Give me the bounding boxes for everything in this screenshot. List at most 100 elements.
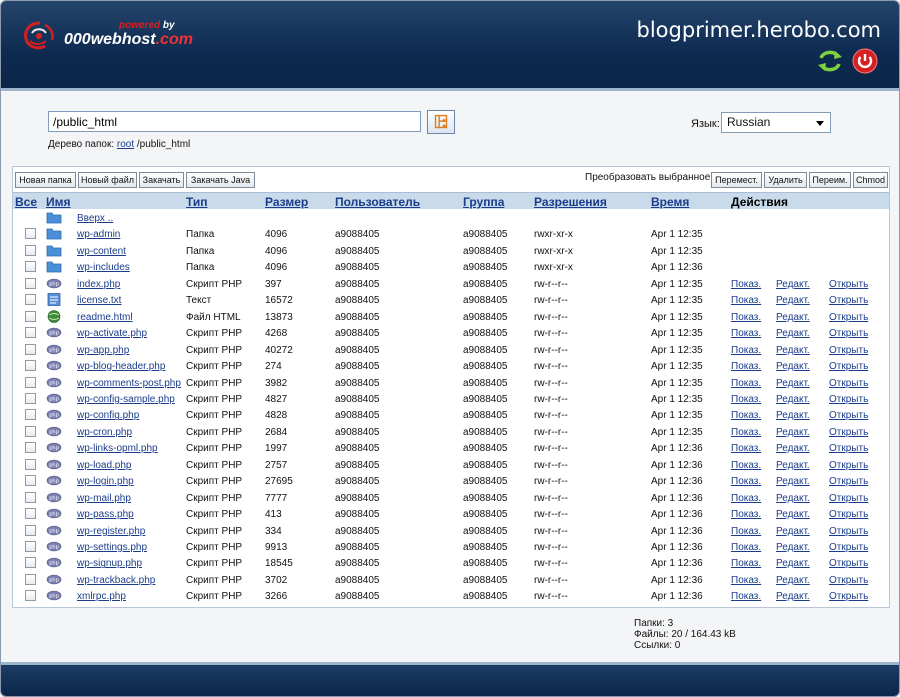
edit-action-link[interactable]: Редакт. — [776, 345, 810, 357]
open-action-link[interactable]: Открыть — [829, 509, 868, 521]
show-action-link[interactable]: Показ. — [731, 443, 761, 455]
file-name-link[interactable]: license.txt — [77, 295, 121, 307]
file-name-link[interactable]: wp-register.php — [77, 526, 145, 538]
row-checkbox[interactable] — [25, 310, 36, 322]
rename-button[interactable]: Переим. — [809, 172, 851, 188]
file-name-link[interactable]: index.php — [77, 279, 120, 291]
file-name-link[interactable]: wp-trackback.php — [77, 575, 155, 587]
edit-action-link[interactable]: Редакт. — [776, 591, 810, 603]
file-name-link[interactable]: wp-comments-post.php — [77, 378, 181, 390]
row-checkbox[interactable] — [25, 244, 36, 256]
row-checkbox[interactable] — [25, 360, 36, 372]
open-action-link[interactable]: Открыть — [829, 575, 868, 587]
col-type[interactable]: Тип — [186, 195, 208, 209]
language-select[interactable]: Russian — [721, 112, 831, 133]
file-name-link[interactable]: wp-blog-header.php — [77, 361, 165, 373]
show-action-link[interactable]: Показ. — [731, 526, 761, 538]
chmod-button[interactable]: Chmod — [853, 172, 888, 188]
file-name-link[interactable]: wp-app.php — [77, 345, 129, 357]
open-action-link[interactable]: Открыть — [829, 295, 868, 307]
file-perms[interactable]: rw-r--r-- — [534, 378, 568, 390]
file-name-link[interactable]: wp-includes — [77, 262, 130, 274]
file-perms[interactable]: rw-r--r-- — [534, 295, 568, 307]
col-time[interactable]: Время — [651, 195, 689, 209]
col-group[interactable]: Группа — [463, 195, 504, 209]
col-all[interactable]: Все — [15, 195, 37, 209]
show-action-link[interactable]: Показ. — [731, 509, 761, 521]
row-checkbox[interactable] — [25, 573, 36, 585]
row-checkbox[interactable] — [25, 541, 36, 552]
edit-action-link[interactable]: Редакт. — [776, 542, 810, 554]
show-action-link[interactable]: Показ. — [731, 312, 761, 324]
edit-action-link[interactable]: Редакт. — [776, 295, 810, 307]
file-perms[interactable]: rw-r--r-- — [534, 558, 568, 570]
open-action-link[interactable]: Открыть — [829, 279, 868, 291]
file-perms[interactable]: rw-r--r-- — [534, 526, 568, 538]
show-action-link[interactable]: Показ. — [731, 542, 761, 554]
show-action-link[interactable]: Показ. — [731, 591, 761, 603]
edit-action-link[interactable]: Редакт. — [776, 427, 810, 439]
edit-action-link[interactable]: Редакт. — [776, 312, 810, 324]
file-perms[interactable]: rw-r--r-- — [534, 575, 568, 587]
tree-root-link[interactable]: root — [117, 139, 134, 150]
refresh-icon[interactable] — [817, 48, 843, 74]
show-action-link[interactable]: Показ. — [731, 394, 761, 406]
edit-action-link[interactable]: Редакт. — [776, 558, 810, 570]
row-checkbox[interactable] — [25, 376, 36, 388]
row-checkbox[interactable] — [25, 343, 36, 355]
file-perms[interactable]: rw-r--r-- — [534, 328, 568, 340]
edit-action-link[interactable]: Редакт. — [776, 378, 810, 390]
delete-button[interactable]: Удалить — [764, 172, 807, 188]
show-action-link[interactable]: Показ. — [731, 345, 761, 357]
edit-action-link[interactable]: Редакт. — [776, 328, 810, 340]
open-action-link[interactable]: Открыть — [829, 476, 868, 488]
row-checkbox[interactable] — [25, 458, 36, 470]
file-perms[interactable]: rw-r--r-- — [534, 410, 568, 422]
edit-action-link[interactable]: Редакт. — [776, 394, 810, 406]
file-name-link[interactable]: wp-load.php — [77, 460, 131, 472]
file-perms[interactable]: rwxr-xr-x — [534, 246, 573, 258]
power-icon[interactable] — [852, 48, 878, 74]
open-action-link[interactable]: Открыть — [829, 361, 868, 373]
file-name-link[interactable]: wp-pass.php — [77, 509, 134, 521]
edit-action-link[interactable]: Редакт. — [776, 575, 810, 587]
show-action-link[interactable]: Показ. — [731, 279, 761, 291]
file-perms[interactable]: rw-r--r-- — [534, 542, 568, 554]
open-action-link[interactable]: Открыть — [829, 460, 868, 472]
up-link[interactable]: Вверх .. — [77, 213, 113, 225]
edit-action-link[interactable]: Редакт. — [776, 476, 810, 488]
row-checkbox[interactable] — [25, 294, 36, 306]
open-action-link[interactable]: Открыть — [829, 542, 868, 554]
file-perms[interactable]: rw-r--r-- — [534, 460, 568, 472]
file-perms[interactable]: rw-r--r-- — [534, 361, 568, 373]
show-action-link[interactable]: Показ. — [731, 378, 761, 390]
edit-action-link[interactable]: Редакт. — [776, 509, 810, 521]
row-checkbox[interactable] — [25, 442, 36, 454]
file-name-link[interactable]: wp-admin — [77, 229, 120, 241]
col-user[interactable]: Пользователь — [335, 195, 420, 209]
file-perms[interactable]: rw-r--r-- — [534, 509, 568, 521]
show-action-link[interactable]: Показ. — [731, 558, 761, 570]
col-size[interactable]: Размер — [265, 195, 308, 209]
edit-action-link[interactable]: Редакт. — [776, 460, 810, 472]
row-checkbox[interactable] — [25, 524, 36, 536]
open-action-link[interactable]: Открыть — [829, 312, 868, 324]
file-perms[interactable]: rwxr-xr-x — [534, 229, 573, 241]
show-action-link[interactable]: Показ. — [731, 476, 761, 488]
edit-action-link[interactable]: Редакт. — [776, 443, 810, 455]
brand-logo[interactable]: powered by 000webhost.com — [21, 17, 211, 57]
col-perms[interactable]: Разрешения — [534, 195, 607, 209]
open-action-link[interactable]: Открыть — [829, 526, 868, 538]
edit-action-link[interactable]: Редакт. — [776, 410, 810, 422]
row-checkbox[interactable] — [25, 557, 36, 569]
file-perms[interactable]: rw-r--r-- — [534, 427, 568, 439]
col-name[interactable]: Имя — [46, 195, 71, 209]
row-checkbox[interactable] — [25, 508, 36, 520]
row-checkbox[interactable] — [25, 327, 36, 339]
upload-button[interactable]: Закачать — [139, 172, 184, 188]
row-checkbox[interactable] — [25, 409, 36, 421]
file-perms[interactable]: rw-r--r-- — [534, 394, 568, 406]
open-action-link[interactable]: Открыть — [829, 493, 868, 505]
new-file-button[interactable]: Новый файл — [78, 172, 137, 188]
show-action-link[interactable]: Показ. — [731, 410, 761, 422]
